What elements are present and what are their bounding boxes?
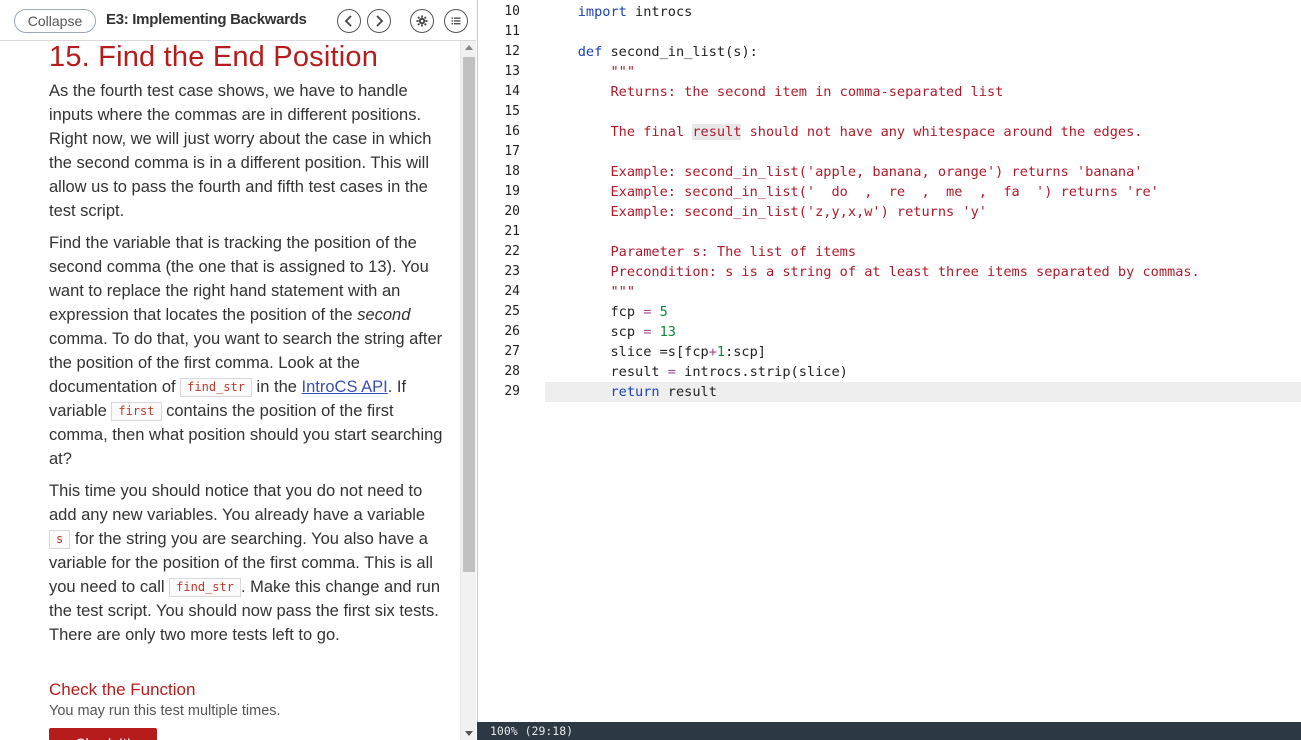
chevron-right-icon <box>376 15 384 27</box>
line-number: 16 <box>504 124 520 139</box>
line-number: 24 <box>504 284 520 299</box>
code-line[interactable]: """ <box>545 282 1301 302</box>
text-run: in the <box>251 378 302 396</box>
code-line[interactable]: fcp = 5 <box>545 302 1301 322</box>
line-number: 26 <box>504 324 520 339</box>
code-line[interactable]: result = introcs.strip(slice) <box>545 362 1301 382</box>
paragraph-1: As the fourth test case shows, we have t… <box>49 82 432 220</box>
code-line[interactable] <box>545 22 1301 42</box>
status-bar: 100% (29:18) <box>477 722 1301 740</box>
guide-content: 15. Find the End Position As the fourth … <box>0 41 460 740</box>
line-number: 27 <box>504 344 520 359</box>
emphasis-text: second <box>357 306 411 324</box>
line-number: 12 <box>504 44 520 59</box>
guide-scrollbar[interactable] <box>460 41 476 740</box>
previous-page-button[interactable] <box>337 9 361 33</box>
line-number: 17 <box>504 144 520 159</box>
code-line[interactable]: Precondition: s is a string of at least … <box>545 262 1301 282</box>
guide-title: E3: Implementing Backwards <box>106 11 307 28</box>
scrollbar-thumb[interactable] <box>463 57 475 572</box>
line-number: 11 <box>504 24 520 39</box>
text-run: This time you should notice that you do … <box>49 482 426 524</box>
line-number: 15 <box>504 104 520 119</box>
code-line[interactable]: scp = 13 <box>545 322 1301 342</box>
scroll-down-arrow-icon[interactable] <box>465 731 473 736</box>
line-number: 29 <box>504 384 520 399</box>
introcs-api-link[interactable]: IntroCS API <box>302 378 388 396</box>
line-number-gutter: 10 11 12 13 14 15 16 17 18 19 20 21 22 23 24 25 26 27 28 29 <box>478 0 545 722</box>
line-number: 10 <box>504 4 520 19</box>
code-line[interactable]: import introcs <box>545 2 1301 22</box>
check-it-button[interactable]: Check It! <box>49 728 157 740</box>
code-line[interactable]: Example: second_in_list('z,y,x,w') retur… <box>545 202 1301 222</box>
code-line[interactable]: def second_in_list(s): <box>545 42 1301 62</box>
code-area[interactable]: import introcs def second_in_list(s): ""… <box>545 0 1301 722</box>
line-number: 13 <box>504 64 520 79</box>
code-line[interactable] <box>545 102 1301 122</box>
line-number: 23 <box>504 264 520 279</box>
code-line[interactable]: Example: second_in_list(' do , re , me ,… <box>545 182 1301 202</box>
guide-panel: Collapse E3: Implementing Backwards 15. … <box>0 0 476 740</box>
paragraph-3: This time you should notice that you do … <box>49 479 449 647</box>
line-number: 20 <box>504 204 520 219</box>
code-line[interactable]: return result <box>545 382 1301 402</box>
settings-button[interactable] <box>410 9 434 33</box>
gear-icon <box>416 15 428 27</box>
paragraph-2: Find the variable that is tracking the p… <box>49 231 449 471</box>
code-line[interactable]: The final result should not have any whi… <box>545 122 1301 142</box>
line-number: 14 <box>504 84 520 99</box>
line-number: 28 <box>504 364 520 379</box>
code-chip-find-str: find_str <box>169 578 241 597</box>
code-line[interactable]: Example: second_in_list('apple, banana, … <box>545 162 1301 182</box>
line-number: 18 <box>504 164 520 179</box>
code-chip-find-str: find_str <box>180 378 252 397</box>
code-line[interactable]: Returns: the second item in comma-separa… <box>545 82 1301 102</box>
code-line[interactable]: """ <box>545 62 1301 82</box>
chevron-left-icon <box>344 15 352 27</box>
collapse-button[interactable]: Collapse <box>14 9 96 33</box>
code-line[interactable] <box>545 142 1301 162</box>
code-editor[interactable]: 10 11 12 13 14 15 16 17 18 19 20 21 22 23 24 25 26 27 28 29… <box>477 0 1301 722</box>
code-chip-first: first <box>111 402 162 421</box>
code-chip-s: s <box>49 530 71 549</box>
list-icon <box>451 17 461 25</box>
check-function-subtitle: You may run this test multiple times. <box>49 703 281 719</box>
line-number: 22 <box>504 244 520 259</box>
section-title: 15. Find the End Position <box>49 41 379 73</box>
code-line[interactable] <box>545 222 1301 242</box>
check-function-heading: Check the Function <box>49 680 196 699</box>
line-number: 19 <box>504 184 520 199</box>
scroll-up-arrow-icon[interactable] <box>465 45 473 50</box>
line-number: 25 <box>504 304 520 319</box>
guide-header: Collapse E3: Implementing Backwards <box>0 0 476 41</box>
next-page-button[interactable] <box>367 9 391 33</box>
line-number: 21 <box>504 224 520 239</box>
code-line[interactable]: slice =s[fcp+1:scp] <box>545 342 1301 362</box>
code-line[interactable]: Parameter s: The list of items <box>545 242 1301 262</box>
table-of-contents-button[interactable] <box>444 9 468 33</box>
